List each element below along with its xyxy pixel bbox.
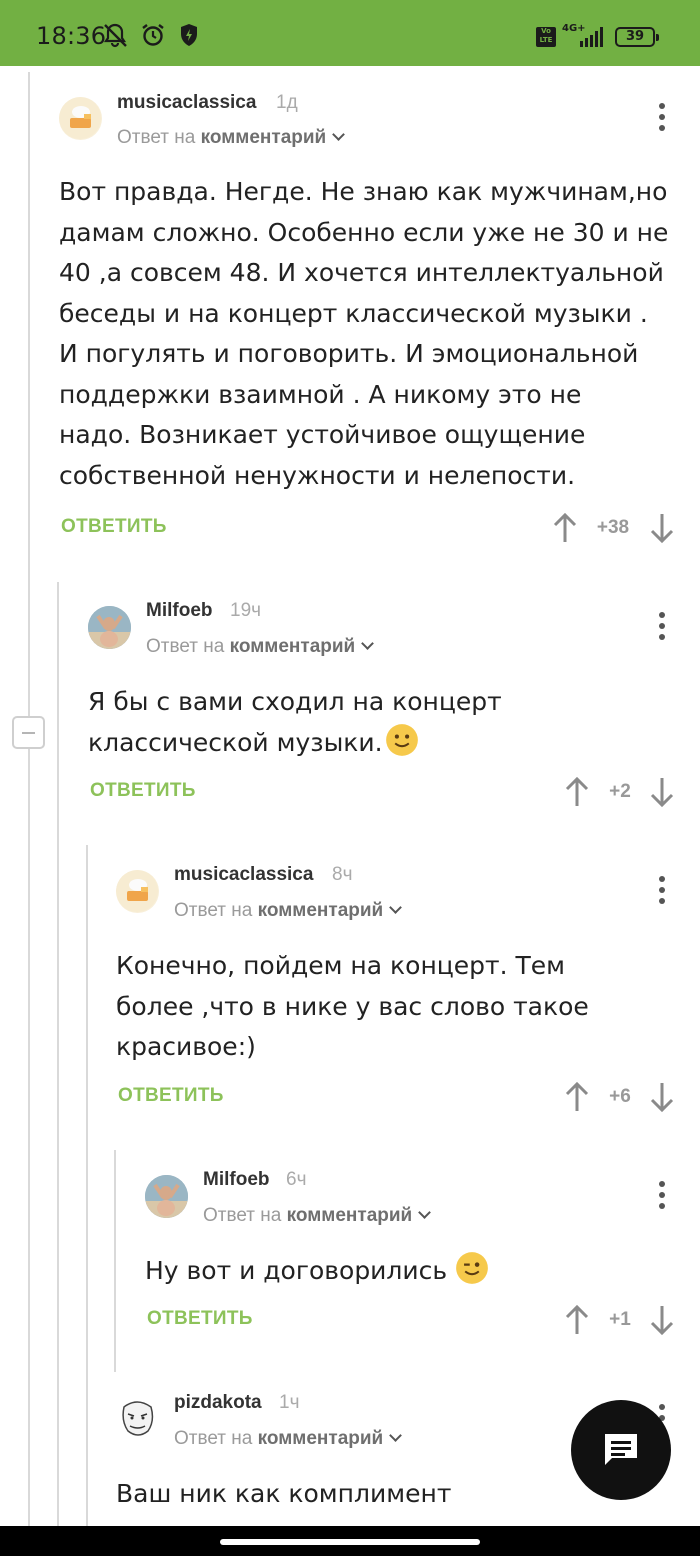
comment-text: Ваш ник как комплимент	[116, 1479, 452, 1508]
volte-icon: Vo LTE	[536, 27, 556, 47]
reply-target[interactable]: комментарий	[287, 1205, 413, 1226]
upvote-arrow-icon[interactable]	[564, 776, 590, 808]
comment-age: 1ч	[279, 1392, 300, 1413]
more-options-icon[interactable]	[657, 103, 667, 133]
comment-score: +2	[609, 781, 631, 802]
avatar[interactable]	[59, 97, 102, 140]
shield-icon	[181, 24, 197, 46]
comment-age: 8ч	[332, 864, 353, 885]
chevron-down-icon[interactable]	[389, 901, 403, 914]
comment-author[interactable]: musicaclassica	[117, 92, 256, 114]
thread-line[interactable]	[86, 845, 88, 1526]
reply-to[interactable]: Ответ на комментарий	[146, 636, 375, 658]
chevron-down-icon[interactable]	[418, 1206, 432, 1219]
chevron-down-icon[interactable]	[332, 128, 346, 141]
comment-author[interactable]: Milfoeb	[146, 600, 213, 622]
system-nav-bar	[0, 1526, 700, 1556]
comment-text: Я бы с вами сходил на концерт классическ…	[88, 682, 608, 763]
reply-prefix: Ответ на	[117, 127, 196, 148]
user-photo-avatar-icon	[145, 1175, 188, 1218]
avatar[interactable]	[145, 1175, 188, 1218]
reply-button[interactable]: ОТВЕТИТЬ	[90, 780, 196, 802]
cake-avatar-icon	[59, 97, 101, 139]
reply-target[interactable]: комментарий	[258, 900, 384, 921]
comment-age: 1д	[276, 92, 298, 113]
reply-prefix: Ответ на	[174, 900, 253, 921]
comment-text: Ну вот и договорились	[145, 1251, 645, 1292]
comment-text: Конечно, пойдем на концерт. Тем более ,ч…	[116, 951, 589, 1061]
comment-score: +1	[609, 1309, 631, 1330]
home-gesture-handle[interactable]	[220, 1539, 480, 1545]
reply-prefix: Ответ на	[146, 636, 225, 657]
status-time: 18:36	[36, 22, 107, 50]
comment-age: 19ч	[230, 600, 262, 621]
more-options-icon[interactable]	[657, 876, 667, 906]
downvote-arrow-icon[interactable]	[649, 1304, 675, 1336]
downvote-arrow-icon[interactable]	[649, 1081, 675, 1113]
alarm-icon	[142, 24, 164, 46]
downvote-arrow-icon[interactable]	[649, 512, 675, 544]
upvote-arrow-icon[interactable]	[564, 1304, 590, 1336]
reply-target[interactable]: комментарий	[230, 636, 356, 657]
chat-icon	[605, 1434, 637, 1465]
meme-face-avatar-icon	[116, 1397, 159, 1440]
status-bar: 18:36 Vo LTE 4G+ 39	[0, 0, 700, 66]
chevron-down-icon[interactable]	[389, 1429, 403, 1442]
reply-button[interactable]: ОТВЕТИТЬ	[61, 516, 167, 538]
reply-button[interactable]: ОТВЕТИТЬ	[147, 1308, 253, 1330]
wink-emoji-icon	[456, 1252, 488, 1284]
cake-avatar-icon	[116, 870, 158, 912]
notifications-off-icon	[103, 23, 127, 48]
more-options-icon[interactable]	[657, 612, 667, 642]
smile-emoji-icon	[385, 723, 418, 756]
comment-score: +38	[596, 517, 630, 538]
reply-button[interactable]: ОТВЕТИТЬ	[118, 1085, 224, 1107]
more-options-icon[interactable]	[657, 1181, 667, 1211]
comment-text-content: Я бы с вами сходил на концерт классическ…	[88, 687, 502, 757]
reply-prefix: Ответ на	[203, 1205, 282, 1226]
reply-to[interactable]: Ответ на комментарий	[117, 127, 346, 149]
comment-text: Вот правда. Негде. Не знаю как мужчинам,…	[59, 177, 669, 490]
avatar[interactable]	[116, 870, 159, 913]
downvote-arrow-icon[interactable]	[649, 776, 675, 808]
upvote-arrow-icon[interactable]	[552, 512, 578, 544]
reply-target[interactable]: комментарий	[258, 1428, 384, 1449]
thread-line[interactable]	[28, 72, 30, 1526]
avatar[interactable]	[116, 1397, 159, 1440]
reply-target[interactable]: комментарий	[201, 127, 327, 148]
collapse-thread-button[interactable]	[12, 716, 45, 749]
battery-icon: 39	[615, 27, 659, 47]
thread-line[interactable]	[114, 1150, 116, 1372]
comment-age: 6ч	[286, 1169, 307, 1190]
reply-prefix: Ответ на	[174, 1428, 253, 1449]
comment-fab-button[interactable]	[571, 1400, 671, 1500]
reply-to[interactable]: Ответ на комментарий	[174, 900, 403, 922]
thread-line[interactable]	[57, 582, 59, 1526]
comment-author[interactable]: pizdakota	[174, 1392, 262, 1414]
comment-score: +6	[609, 1086, 631, 1107]
reply-to[interactable]: Ответ на комментарий	[174, 1428, 403, 1450]
comment-author[interactable]: Milfoeb	[203, 1169, 270, 1191]
comment-author[interactable]: musicaclassica	[174, 864, 313, 886]
comment-text-content: Ну вот и договорились	[145, 1256, 448, 1285]
reply-to[interactable]: Ответ на комментарий	[203, 1205, 432, 1227]
signal-icon	[580, 27, 603, 47]
chevron-down-icon[interactable]	[361, 637, 375, 650]
user-photo-avatar-icon	[88, 606, 131, 649]
avatar[interactable]	[88, 606, 131, 649]
upvote-arrow-icon[interactable]	[564, 1081, 590, 1113]
